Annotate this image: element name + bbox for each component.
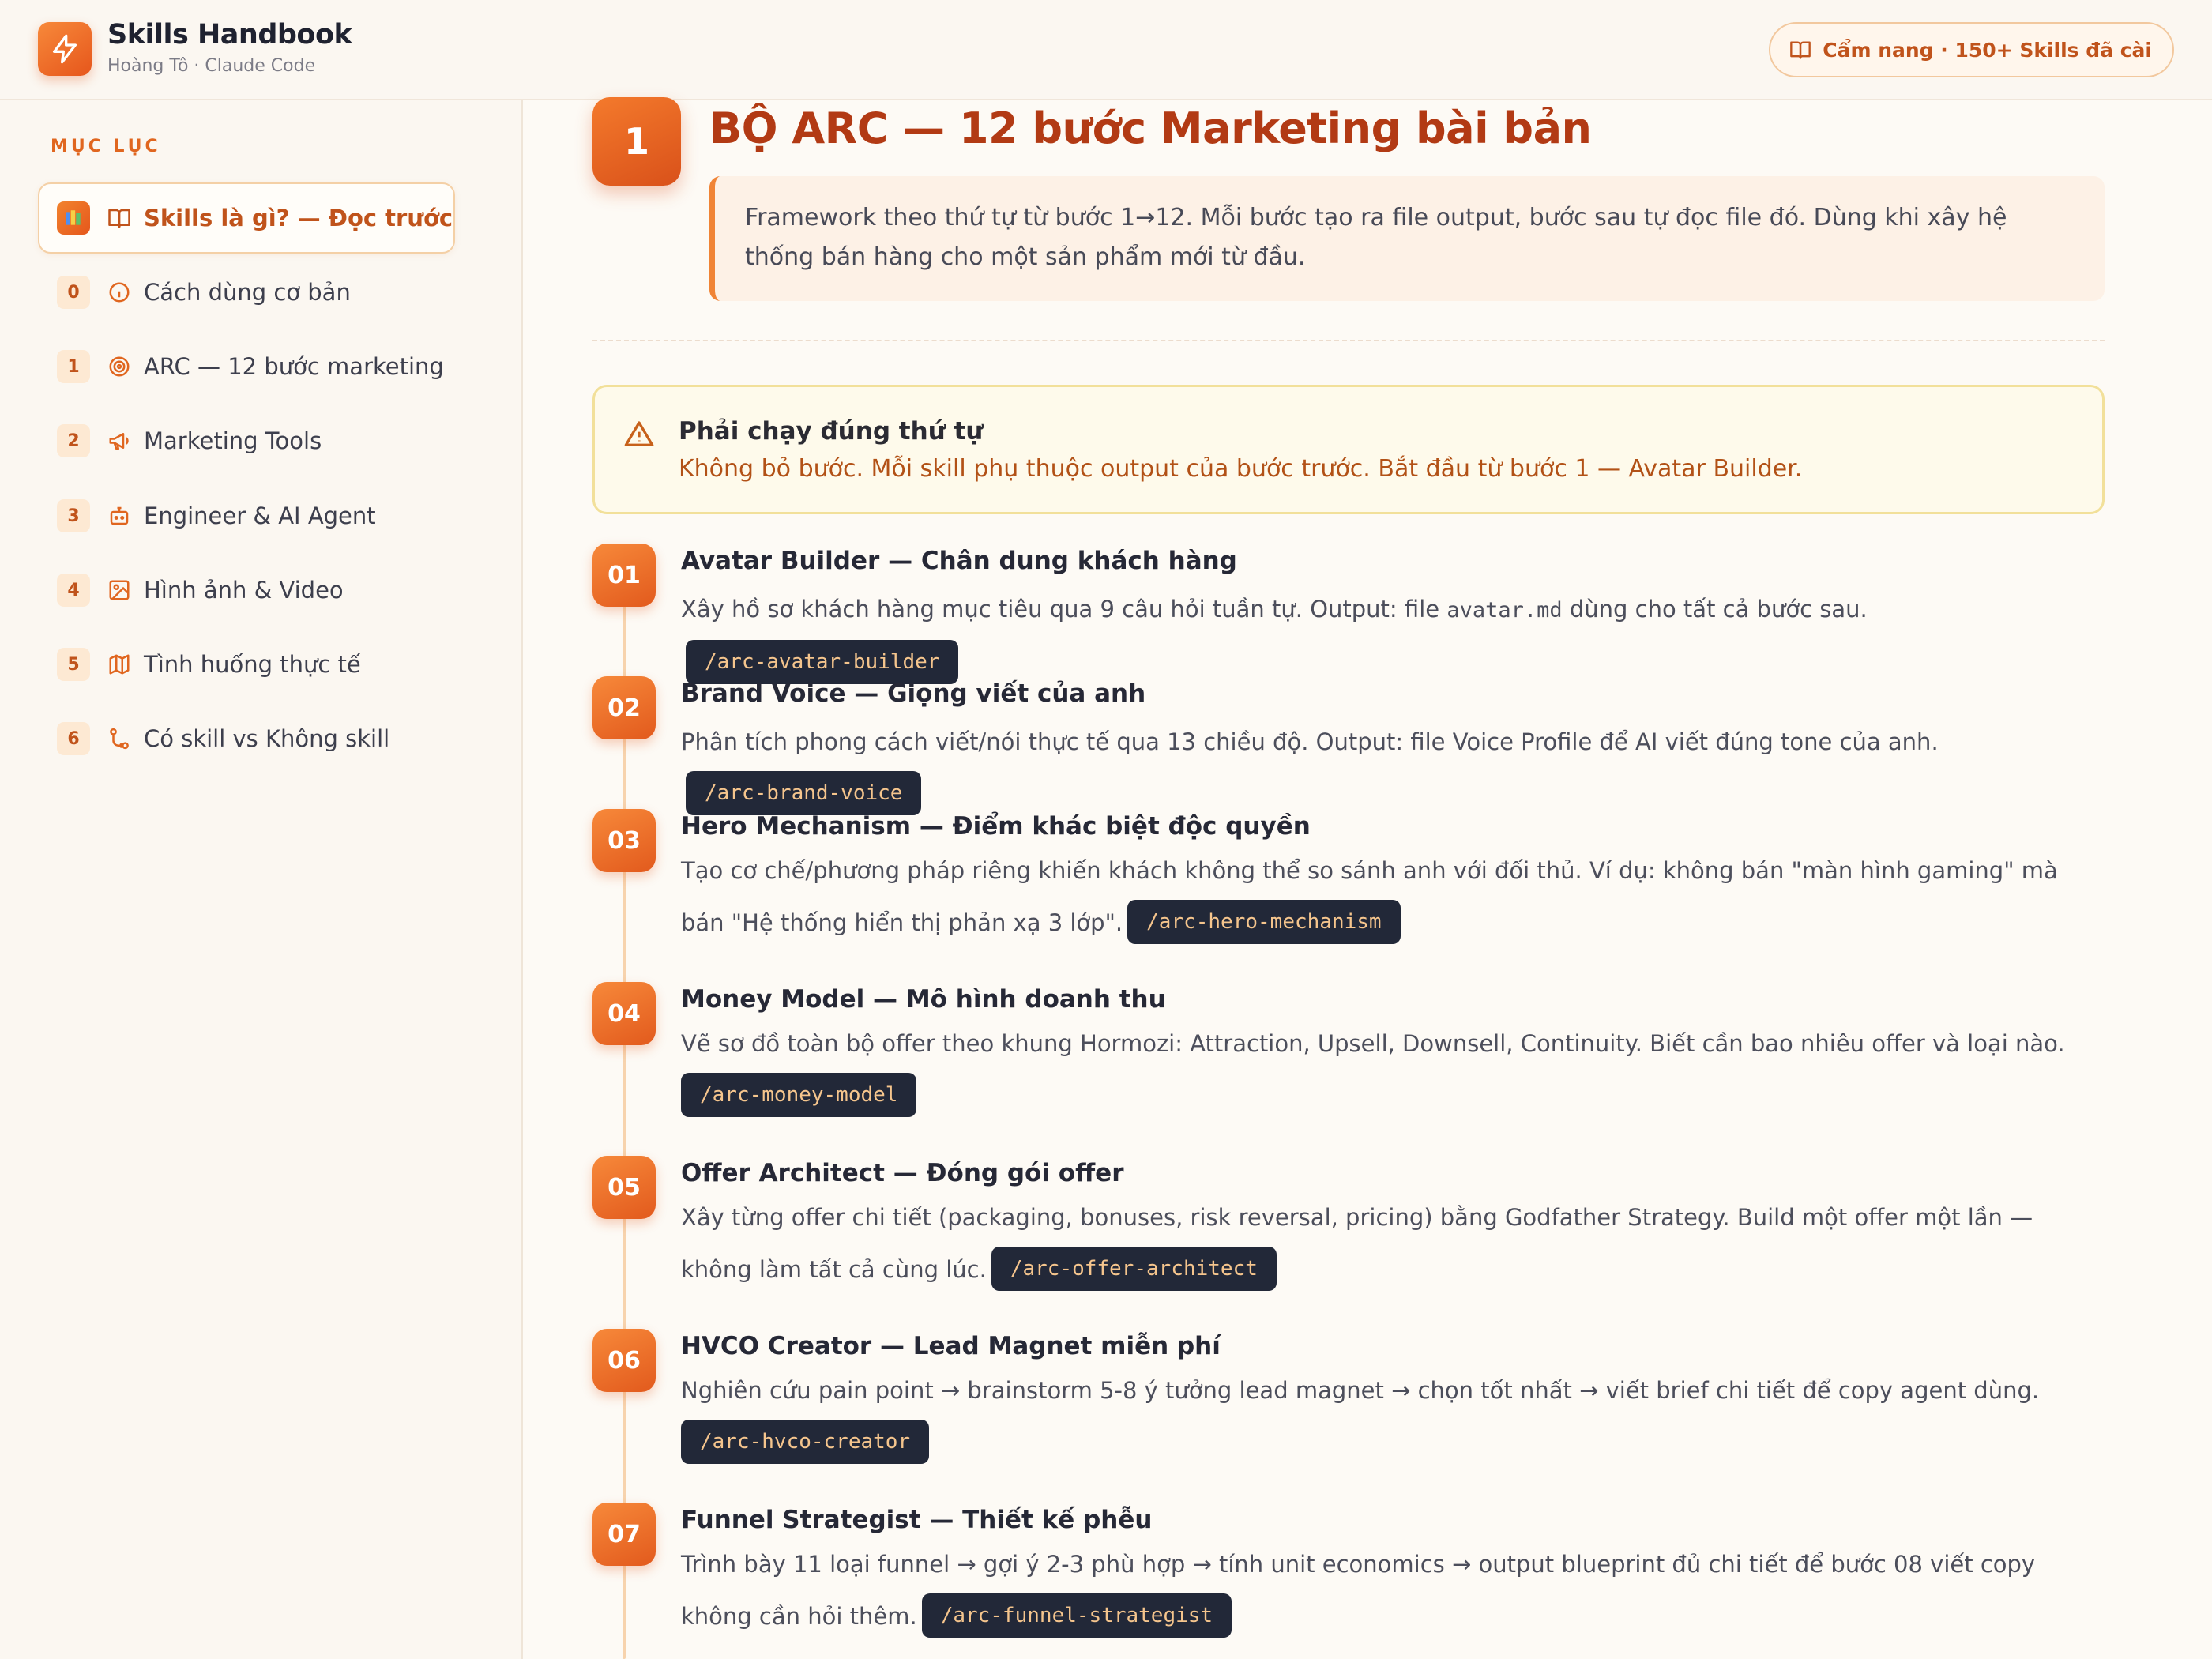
book-icon xyxy=(1789,39,1811,61)
step-description-text: Phân tích phong cách viết/nói thực tế qu… xyxy=(681,728,1939,755)
toc-item-label: Marketing Tools xyxy=(144,427,322,454)
warning-callout: Phải chạy đúng thứ tự Không bỏ bước. Mỗi… xyxy=(592,385,2105,514)
step-number-badge: 04 xyxy=(592,982,656,1045)
step-number-badge: 01 xyxy=(592,544,656,607)
toc-item-label: ARC — 12 bước marketing xyxy=(144,353,444,380)
step-title: Hero Mechanism — Điểm khác biệt độc quyề… xyxy=(681,812,1311,841)
app-header: Skills Handbook Hoàng Tô · Claude Code C… xyxy=(0,0,2212,100)
target-icon xyxy=(106,353,133,380)
step-number-badge: 03 xyxy=(592,809,656,872)
toc-item-scenarios[interactable]: 5 Tình huống thực tế xyxy=(38,635,480,694)
toc-item-engineer[interactable]: 3 Engineer & AI Agent xyxy=(38,487,480,545)
toc-item-number: 6 xyxy=(57,722,90,755)
step-number-badge: 07 xyxy=(592,1503,656,1566)
toc-item-label: Tình huống thực tế xyxy=(144,651,361,678)
step-description-text: Vẽ sơ đồ toàn bộ offer theo khung Hormoz… xyxy=(681,1030,2065,1057)
toc-item-basics[interactable]: 0 Cách dùng cơ bản xyxy=(38,263,480,322)
command-chip[interactable]: /arc-hvco-creator xyxy=(681,1420,930,1464)
step-description-text: dùng cho tất cả bước sau. xyxy=(1562,596,1868,623)
toc-item-number: 1 xyxy=(57,350,90,383)
lightning-logo-icon[interactable] xyxy=(38,22,92,76)
map-icon xyxy=(106,651,133,678)
step-title: Money Model — Mô hình doanh thu xyxy=(681,985,1166,1014)
step-description-text: Nghiên cứu pain point → brainstorm 5-8 ý… xyxy=(681,1377,2040,1404)
app-subtitle: Hoàng Tô · Claude Code xyxy=(107,56,316,76)
command-chip[interactable]: /arc-offer-architect xyxy=(991,1247,1277,1291)
toc-item-arc[interactable]: 1 ARC — 12 bước marketing xyxy=(38,337,480,396)
header-badge-label: Cẩm nang · 150+ Skills đã cài xyxy=(1823,38,2152,62)
toc-item-marketing-tools[interactable]: 2 Marketing Tools xyxy=(38,412,480,470)
step-description: Xây từng offer chi tiết (packaging, bonu… xyxy=(681,1191,2103,1296)
toc-item-label: Có skill vs Không skill xyxy=(144,725,390,752)
step-number-badge: 06 xyxy=(592,1329,656,1392)
command-chip[interactable]: /arc-hero-mechanism xyxy=(1127,900,1401,944)
toc-item-number: 3 xyxy=(57,499,90,532)
warning-title: Phải chạy đúng thứ tự xyxy=(679,417,984,446)
toc-item-compare[interactable]: 6 Có skill vs Không skill xyxy=(38,709,480,768)
step-title: Offer Architect — Đóng gói offer xyxy=(681,1159,1124,1187)
toc-item-number: 5 xyxy=(57,648,90,681)
robot-icon xyxy=(106,502,133,529)
book-icon xyxy=(106,205,133,231)
step-description: Xây hồ sơ khách hàng mục tiêu qua 9 câu … xyxy=(681,583,2103,689)
sidebar: MỤC LỤC Skills là gì? — Đọc trước 0 Cách… xyxy=(0,100,523,1659)
command-chip[interactable]: /arc-avatar-builder xyxy=(686,640,959,684)
step-description: Phân tích phong cách viết/nói thực tế qu… xyxy=(681,716,2103,820)
command-chip[interactable]: /arc-money-model xyxy=(681,1073,917,1117)
megaphone-icon xyxy=(106,427,133,454)
toc-item-number: 0 xyxy=(57,276,90,309)
toc-item-skills-intro[interactable]: Skills là gì? — Đọc trước xyxy=(38,189,480,247)
app-title: Skills Handbook xyxy=(107,19,352,51)
section-title: BỘ ARC — 12 bước Marketing bài bản xyxy=(709,103,1592,153)
timeline-line xyxy=(623,582,626,1659)
section-divider xyxy=(592,340,2105,341)
step-number-badge: 05 xyxy=(592,1156,656,1219)
info-icon xyxy=(106,279,133,306)
warning-text: Không bỏ bước. Mỗi skill phụ thuộc outpu… xyxy=(679,455,1803,483)
step-description-text: Xây từng offer chi tiết (packaging, bonu… xyxy=(681,1204,2033,1283)
section-number-badge: 1 xyxy=(592,97,681,186)
toc-item-media[interactable]: 4 Hình ảnh & Video xyxy=(38,561,480,619)
toc-item-label: Engineer & AI Agent xyxy=(144,502,376,529)
compare-icon xyxy=(106,725,133,752)
filename-code: avatar.md xyxy=(1446,598,1563,623)
command-chip[interactable]: /arc-funnel-strategist xyxy=(921,1593,1232,1638)
step-description: Vẽ sơ đồ toàn bộ offer theo khung Hormoz… xyxy=(681,1018,2103,1122)
header-badge[interactable]: Cẩm nang · 150+ Skills đã cài xyxy=(1769,22,2174,77)
step-number-badge: 02 xyxy=(592,676,656,739)
step-description: Nghiên cứu pain point → brainstorm 5-8 ý… xyxy=(681,1364,2103,1469)
toc-item-number: 4 xyxy=(57,574,90,607)
toc-item-label: Hình ảnh & Video xyxy=(144,577,344,604)
step-title: Avatar Builder — Chân dung khách hàng xyxy=(681,547,1237,575)
step-description: Trình bày 11 loại funnel → gợi ý 2-3 phù… xyxy=(681,1538,2103,1642)
step-description-text: Trình bày 11 loại funnel → gợi ý 2-3 phù… xyxy=(681,1551,2036,1630)
toc-item-number: 2 xyxy=(57,424,90,457)
section-intro: Framework theo thứ tự từ bước 1→12. Mỗi … xyxy=(709,176,2105,301)
books-icon xyxy=(57,201,90,235)
main-content: 1 BỘ ARC — 12 bước Marketing bài bản Fra… xyxy=(523,97,2212,1659)
toc-item-label: Skills là gì? — Đọc trước xyxy=(144,205,453,231)
warning-icon xyxy=(623,419,655,450)
step-title: HVCO Creator — Lead Magnet miễn phí xyxy=(681,1332,1221,1360)
image-icon xyxy=(106,577,133,604)
step-description: Tạo cơ chế/phương pháp riêng khiến khách… xyxy=(681,845,2103,949)
step-title: Brand Voice — Giọng viết của anh xyxy=(681,679,1146,708)
toc-item-label: Cách dùng cơ bản xyxy=(144,279,351,306)
toc-heading: MỤC LỤC xyxy=(51,137,161,156)
step-title: Funnel Strategist — Thiết kế phễu xyxy=(681,1506,1153,1534)
command-chip[interactable]: /arc-brand-voice xyxy=(686,771,922,815)
step-description-text: Xây hồ sơ khách hàng mục tiêu qua 9 câu … xyxy=(681,596,1447,623)
